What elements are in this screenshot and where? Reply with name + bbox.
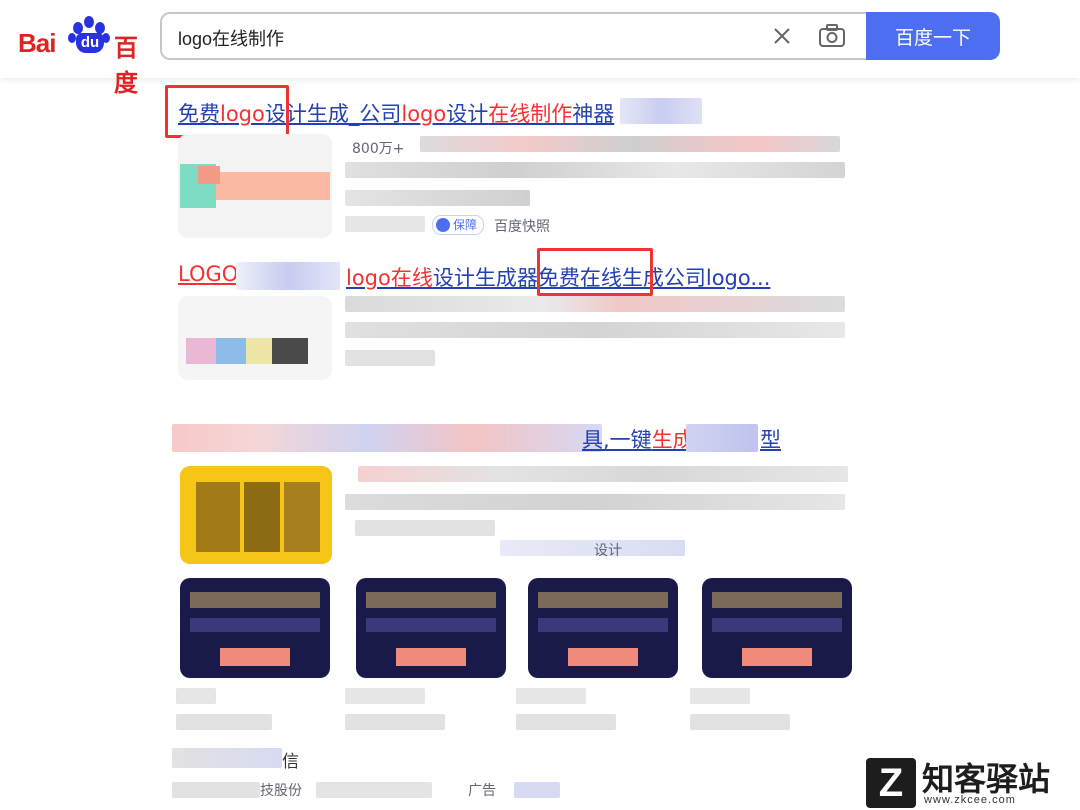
image-card-4[interactable] — [702, 578, 852, 678]
blurred-region — [686, 424, 758, 452]
logo-du: du — [76, 33, 104, 53]
blurred-text — [316, 782, 432, 798]
blurred-text — [345, 296, 845, 312]
image-card-1[interactable] — [180, 578, 330, 678]
blurred-text — [345, 688, 425, 704]
blurred-text — [176, 688, 216, 704]
result-3-title-tail: 型 — [760, 428, 781, 452]
watermark-url: www.zkcee.com — [924, 794, 1016, 806]
blurred-text — [500, 540, 685, 556]
search-input[interactable]: logo在线制作 — [160, 12, 866, 60]
guarantee-label: 保障 — [453, 218, 478, 232]
title-highlight: 在线 — [390, 266, 433, 290]
snapshot-link[interactable]: 百度快照 — [494, 216, 550, 236]
result-source-fragment: 信 — [282, 752, 299, 772]
blurred-text — [345, 494, 845, 510]
blurred-region — [236, 262, 340, 290]
title-highlight: logo — [401, 102, 447, 126]
result-1-meta: 800万+ — [352, 141, 405, 157]
site-watermark: Z 知客驿站 www.zkcee.com — [862, 754, 1080, 810]
blurred-text — [345, 350, 435, 366]
result-3-thumbnail[interactable] — [180, 466, 332, 564]
blurred-text — [172, 782, 260, 798]
blurred-text — [514, 782, 560, 798]
search-query[interactable]: logo在线制作 — [178, 25, 284, 51]
blurred-text — [345, 190, 530, 206]
blurred-text — [690, 714, 790, 730]
title-text: 设计生成器 — [432, 266, 538, 290]
check-icon — [436, 218, 450, 232]
blurred-region — [172, 748, 282, 768]
company-name-fragment: 技股份 — [260, 783, 302, 799]
search-button[interactable]: 百度一下 — [866, 12, 1000, 60]
baidu-logo[interactable]: Bai du 百度 — [18, 14, 144, 97]
ad-label: 广告 — [468, 783, 496, 799]
title-text: 神器 — [572, 102, 615, 126]
blurred-text — [345, 322, 845, 338]
blurred-text — [345, 216, 425, 232]
camera-icon[interactable] — [818, 23, 846, 49]
guarantee-badge[interactable]: 保障 — [432, 215, 485, 235]
image-card-3[interactable] — [528, 578, 678, 678]
result-3-title[interactable]: 具,一键生成 — [582, 424, 694, 454]
logo-chinese: 百度 — [114, 34, 138, 97]
blurred-text — [420, 136, 840, 152]
blurred-text — [516, 688, 586, 704]
result-2-title-left[interactable]: LOGO — [178, 262, 238, 286]
watermark-logo-icon: Z — [866, 758, 916, 808]
search-header: Bai du 百度 logo在线制作 百度一下 — [0, 0, 1080, 97]
highlight-box — [165, 85, 289, 138]
logo-latin: Bai — [18, 28, 56, 58]
image-card-2[interactable] — [356, 578, 506, 678]
blurred-region — [620, 98, 702, 124]
blurred-text — [690, 688, 750, 704]
blurred-text — [345, 162, 845, 178]
close-icon[interactable] — [770, 24, 794, 48]
blurred-text — [345, 714, 445, 730]
result-2-thumbnail[interactable] — [178, 296, 332, 380]
blurred-text — [355, 520, 495, 536]
blurred-text — [176, 714, 272, 730]
result-1-thumbnail[interactable] — [178, 134, 332, 238]
blurred-text — [358, 466, 848, 482]
result-3-subtitle: 设计 — [594, 543, 622, 559]
title-text: 设计 — [446, 102, 489, 126]
blurred-text — [516, 714, 616, 730]
title-highlight: 在线制作 — [488, 102, 573, 126]
highlight-box — [537, 248, 653, 296]
title-text: 具,一键 — [582, 428, 652, 452]
title-highlight: logo — [346, 266, 391, 290]
blurred-region — [172, 424, 602, 452]
